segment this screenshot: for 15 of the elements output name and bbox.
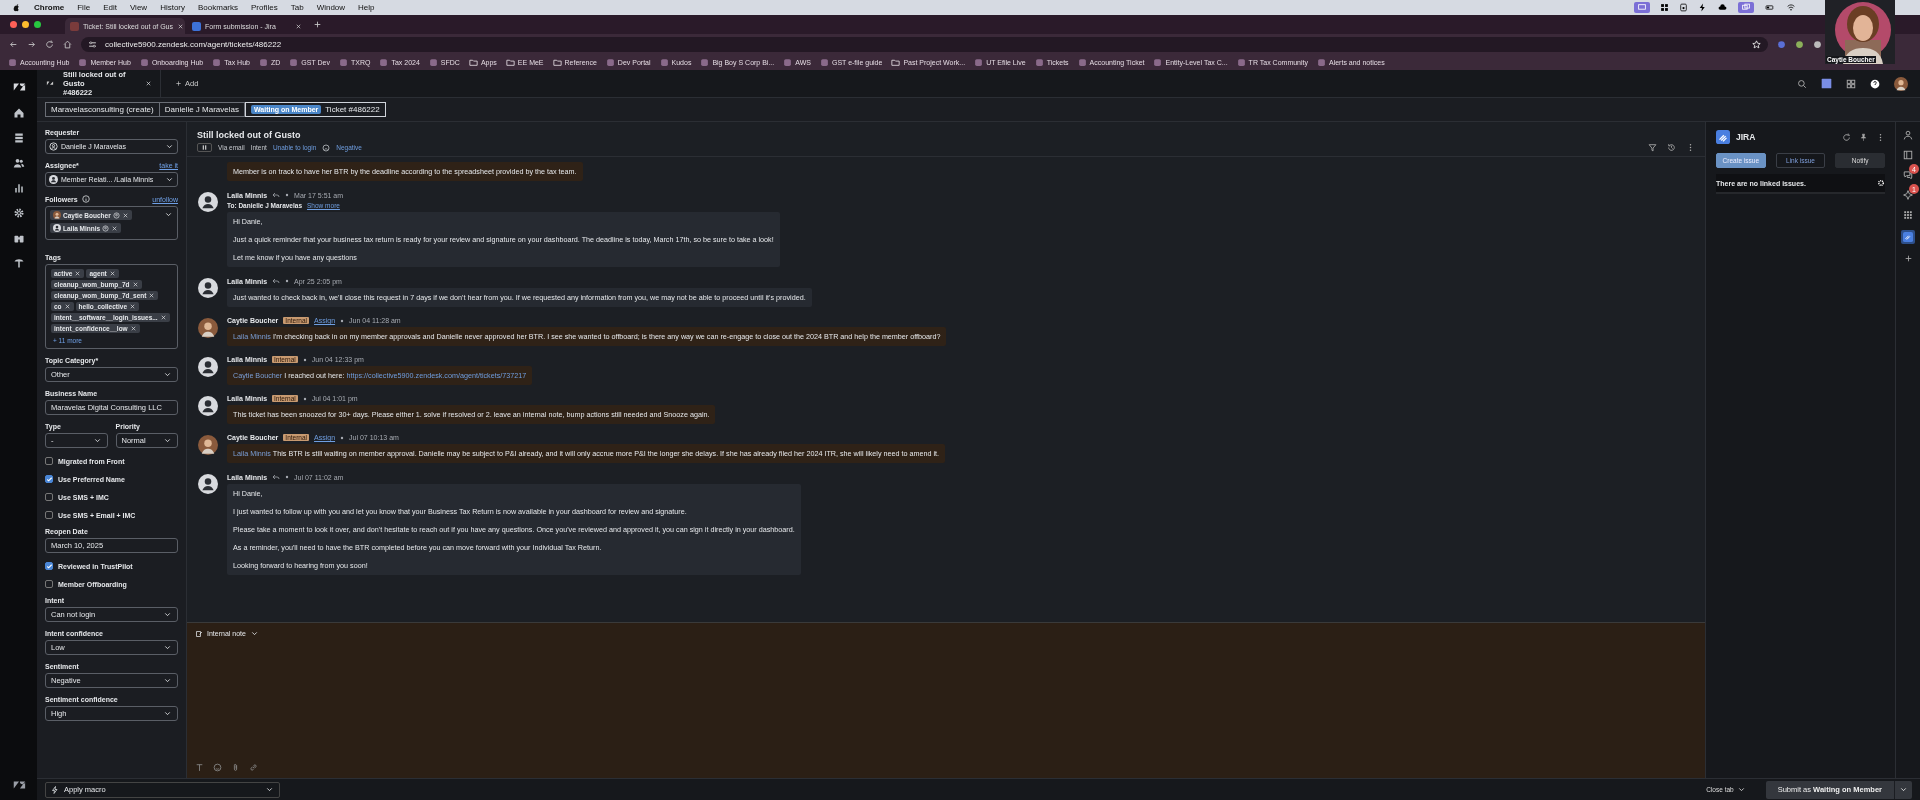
menu-item[interactable]: Edit — [103, 3, 117, 12]
menu-item[interactable]: View — [129, 3, 148, 12]
breadcrumb[interactable]: Maravelasconsulting (create) — [45, 102, 160, 117]
menu-item[interactable]: Chrome — [34, 3, 65, 12]
breadcrumb[interactable]: Danielle J Maravelas — [159, 102, 245, 117]
menu-item[interactable]: Profiles — [251, 3, 278, 12]
menu-item[interactable]: Tab — [290, 3, 304, 12]
app-title: JIRA — [1736, 132, 1756, 142]
menu-item[interactable]: Bookmarks — [198, 3, 239, 12]
ticket-title: Still locked out of Gusto — [197, 130, 302, 140]
menu-item[interactable]: Help — [358, 3, 375, 12]
menu-item[interactable]: History — [160, 3, 185, 12]
menu-item[interactable]: Window — [316, 3, 346, 12]
menu-item[interactable]: File — [77, 3, 91, 12]
address-bar[interactable]: collective5900.zendesk.com/agent/tickets/486222 — [81, 36, 1768, 52]
